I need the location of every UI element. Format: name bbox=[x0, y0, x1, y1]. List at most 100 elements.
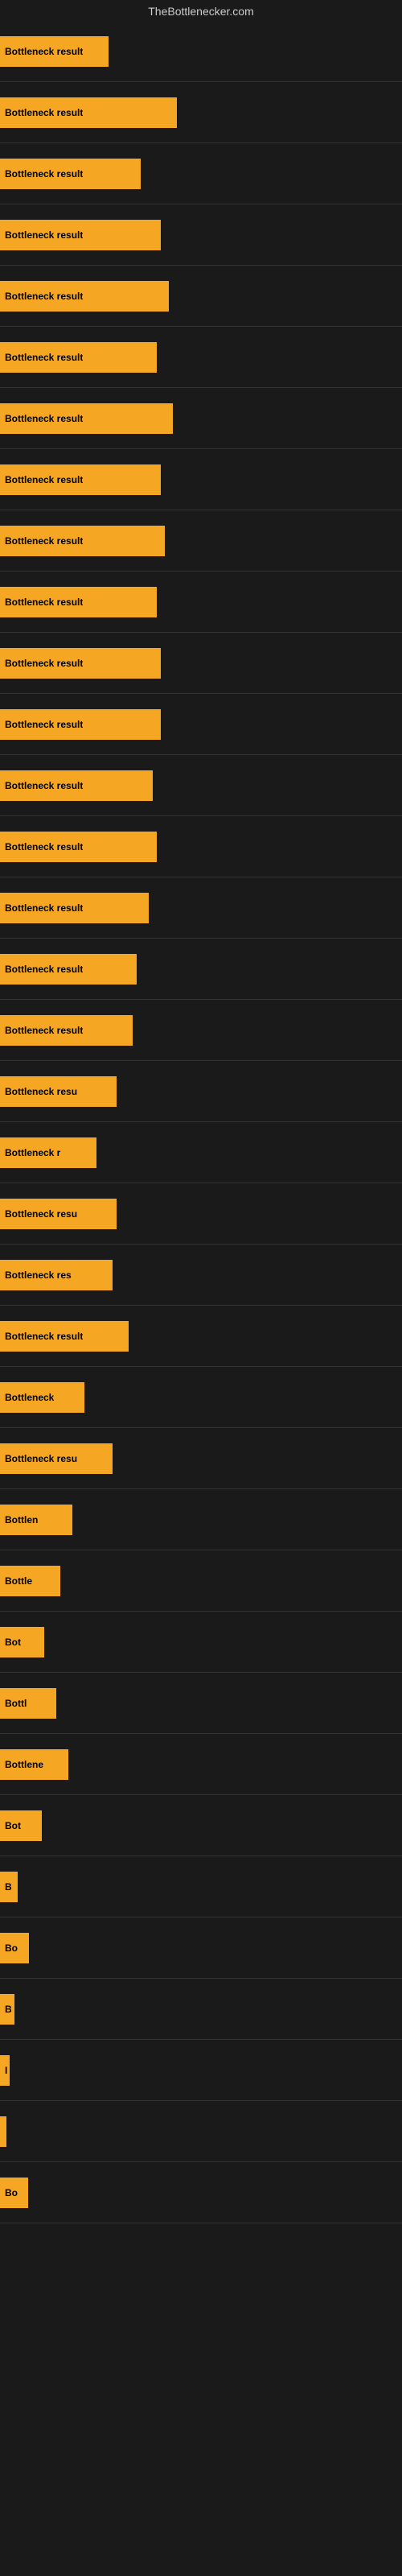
bar-label: Bottleneck result bbox=[5, 291, 83, 302]
result-bar: Bot bbox=[0, 1627, 44, 1657]
result-bar: Bottleneck result bbox=[0, 159, 141, 189]
bar-label: Bottleneck result bbox=[5, 597, 83, 608]
bar-row: Bottlene bbox=[0, 1734, 402, 1794]
bar-row: Bottl bbox=[0, 1673, 402, 1733]
bar-label: Bottleneck r bbox=[5, 1147, 60, 1158]
result-bar: B bbox=[0, 1994, 14, 2025]
site-title: TheBottlenecker.com bbox=[0, 0, 402, 21]
result-bar: Bottleneck result bbox=[0, 770, 153, 801]
bar-label: Bottle bbox=[5, 1575, 32, 1587]
bar-row bbox=[0, 2101, 402, 2161]
result-bar: Bottleneck result bbox=[0, 709, 161, 740]
bar-label: I bbox=[5, 2065, 7, 2076]
bar-row: Bottleneck result bbox=[0, 449, 402, 510]
result-bar: Bottleneck result bbox=[0, 97, 177, 128]
bar-row: B bbox=[0, 1856, 402, 1917]
bar-label: Bot bbox=[5, 1637, 21, 1648]
result-bar: Bottlene bbox=[0, 1749, 68, 1780]
bar-label: Bot bbox=[5, 1820, 21, 1831]
bar-row: Bottleneck r bbox=[0, 1122, 402, 1183]
bar-label: Bottleneck result bbox=[5, 780, 83, 791]
bar-row: Bottleneck result bbox=[0, 21, 402, 81]
bar-label: Bottleneck result bbox=[5, 1331, 83, 1342]
site-title-text: TheBottlenecker.com bbox=[148, 5, 254, 18]
bar-row: Bottleneck result bbox=[0, 266, 402, 326]
bar-row: Bot bbox=[0, 1612, 402, 1672]
bar-row: B bbox=[0, 1979, 402, 2039]
bar-label: Bottleneck res bbox=[5, 1269, 72, 1281]
result-bar: Bottleneck result bbox=[0, 587, 157, 617]
bar-row: Bottleneck result bbox=[0, 939, 402, 999]
result-bar: Bottleneck result bbox=[0, 954, 137, 985]
bar-row: Bottleneck bbox=[0, 1367, 402, 1427]
bar-row: Bottleneck res bbox=[0, 1245, 402, 1305]
bar-label: Bottleneck resu bbox=[5, 1453, 77, 1464]
bar-row: Bottleneck result bbox=[0, 755, 402, 815]
bar-label: Bo bbox=[5, 2187, 18, 2198]
bar-label: Bo bbox=[5, 1942, 18, 1954]
bar-label: Bottleneck result bbox=[5, 413, 83, 424]
result-bar: Bottleneck result bbox=[0, 893, 149, 923]
bar-row: Bottleneck result bbox=[0, 572, 402, 632]
bar-row: Bot bbox=[0, 1795, 402, 1856]
bar-row: Bottleneck result bbox=[0, 82, 402, 142]
bar-label: B bbox=[5, 2004, 12, 2015]
bar-row: Bottleneck result bbox=[0, 633, 402, 693]
result-bar: Bottleneck r bbox=[0, 1137, 96, 1168]
bar-label: Bottleneck result bbox=[5, 229, 83, 241]
result-bar: Bottleneck result bbox=[0, 1015, 133, 1046]
bar-label: Bottleneck result bbox=[5, 107, 83, 118]
result-bar: B bbox=[0, 1872, 18, 1902]
bar-label: Bottleneck result bbox=[5, 535, 83, 547]
result-bar: I bbox=[0, 2055, 10, 2086]
bar-row: Bottleneck result bbox=[0, 1306, 402, 1366]
bar-label: Bottleneck result bbox=[5, 658, 83, 669]
result-bar: Bottlen bbox=[0, 1505, 72, 1535]
bar-row: Bottleneck result bbox=[0, 204, 402, 265]
result-bar bbox=[0, 2116, 6, 2147]
result-bar: Bottleneck result bbox=[0, 220, 161, 250]
bar-row: Bo bbox=[0, 1918, 402, 1978]
bar-row: Bottlen bbox=[0, 1489, 402, 1550]
bar-label: Bottleneck resu bbox=[5, 1086, 77, 1097]
result-bar: Bottleneck resu bbox=[0, 1443, 113, 1474]
result-bar: Bottl bbox=[0, 1688, 56, 1719]
result-bar: Bottleneck bbox=[0, 1382, 84, 1413]
bar-row: Bottleneck result bbox=[0, 510, 402, 571]
result-bar: Bottleneck resu bbox=[0, 1199, 117, 1229]
bar-row: Bottleneck result bbox=[0, 143, 402, 204]
bar-row: Bottle bbox=[0, 1550, 402, 1611]
bar-label: Bottleneck result bbox=[5, 46, 83, 57]
bar-row: I bbox=[0, 2040, 402, 2100]
bar-row: Bottleneck result bbox=[0, 388, 402, 448]
result-bar: Bot bbox=[0, 1810, 42, 1841]
bar-row: Bottleneck result bbox=[0, 1000, 402, 1060]
bar-label: Bottl bbox=[5, 1698, 27, 1709]
bar-label: Bottleneck result bbox=[5, 1025, 83, 1036]
result-bar: Bottleneck result bbox=[0, 648, 161, 679]
result-bar: Bo bbox=[0, 2178, 28, 2208]
bar-label: Bottleneck resu bbox=[5, 1208, 77, 1220]
bar-label: B bbox=[5, 1881, 12, 1893]
bar-label: Bottleneck bbox=[5, 1392, 54, 1403]
bar-label: Bottleneck result bbox=[5, 719, 83, 730]
bar-row: Bo bbox=[0, 2162, 402, 2223]
result-bar: Bottleneck result bbox=[0, 403, 173, 434]
result-bar: Bottleneck result bbox=[0, 1321, 129, 1352]
bar-row: Bottleneck result bbox=[0, 694, 402, 754]
bar-label: Bottleneck result bbox=[5, 168, 83, 180]
bar-label: Bottleneck result bbox=[5, 352, 83, 363]
bar-label: Bottleneck result bbox=[5, 841, 83, 852]
bar-row: Bottleneck resu bbox=[0, 1428, 402, 1488]
bar-row: Bottleneck result bbox=[0, 327, 402, 387]
bar-row: Bottleneck result bbox=[0, 816, 402, 877]
bar-row: Bottleneck resu bbox=[0, 1183, 402, 1244]
result-bar: Bottle bbox=[0, 1566, 60, 1596]
result-bar: Bottleneck result bbox=[0, 342, 157, 373]
result-bar: Bottleneck result bbox=[0, 464, 161, 495]
bar-row: Bottleneck result bbox=[0, 877, 402, 938]
result-bar: Bo bbox=[0, 1933, 29, 1963]
bar-label: Bottleneck result bbox=[5, 474, 83, 485]
bar-row: Bottleneck resu bbox=[0, 1061, 402, 1121]
bars-container: Bottleneck result Bottleneck result Bottle… bbox=[0, 21, 402, 2223]
